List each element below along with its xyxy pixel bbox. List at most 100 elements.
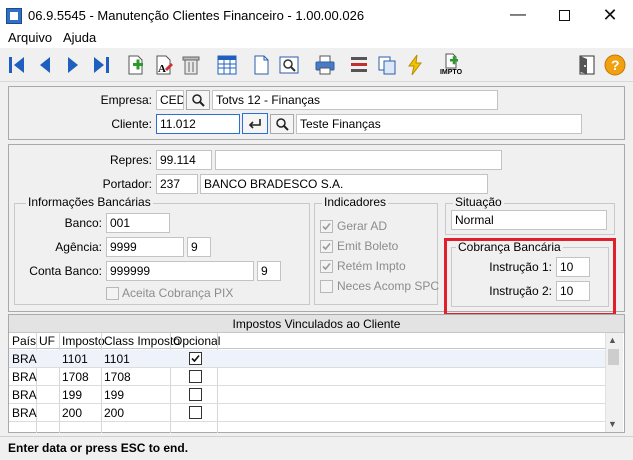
minimize-button[interactable]: — — [495, 0, 541, 30]
indicador-label: Neces Acomp SPC — [337, 279, 440, 293]
indicador-checkbox[interactable] — [320, 280, 333, 293]
empresa-code-field[interactable]: CED — [156, 90, 184, 110]
opcional-checkbox[interactable] — [189, 406, 202, 419]
cell-class: 1101 — [104, 352, 130, 366]
app-icon — [6, 8, 22, 24]
cell-class: 200 — [104, 406, 125, 420]
col-uf[interactable]: UF — [39, 334, 55, 348]
empresa-name-field[interactable]: Totvs 12 - Finanças — [212, 90, 498, 110]
agencia-dv-field[interactable]: 9 — [187, 237, 211, 257]
cell-pais: BRA — [12, 352, 37, 366]
menu-arquivo[interactable]: Arquivo — [8, 30, 52, 45]
portador-name-field[interactable]: BANCO BRADESCO S.A. — [200, 174, 488, 194]
next-record-icon[interactable] — [60, 52, 86, 78]
portador-label: Portador: — [102, 177, 152, 191]
indicador-checkbox[interactable] — [320, 220, 333, 233]
opcional-checkbox[interactable] — [189, 388, 202, 401]
indicador-label: Retém Impto — [337, 259, 406, 273]
search-icon — [192, 94, 205, 107]
indicador-checkbox[interactable] — [320, 260, 333, 273]
agencia-field[interactable]: 9999 — [106, 237, 184, 257]
table-row[interactable] — [9, 386, 605, 404]
cell-class: 199 — [104, 388, 125, 402]
print-icon[interactable] — [312, 52, 338, 78]
last-record-icon[interactable] — [88, 52, 114, 78]
document-icon[interactable] — [248, 52, 274, 78]
pix-checkbox[interactable] — [106, 287, 119, 300]
cliente-enter-button[interactable] — [242, 113, 268, 134]
opcional-checkbox[interactable] — [189, 370, 202, 383]
search-icon — [276, 118, 289, 131]
scroll-up-icon[interactable]: ▲ — [608, 335, 617, 345]
svg-text:A: A — [158, 63, 166, 75]
empresa-search-button[interactable] — [186, 90, 210, 110]
copy-icon[interactable] — [374, 52, 400, 78]
grid-icon[interactable] — [214, 52, 240, 78]
highlight-box — [444, 238, 616, 316]
table-row[interactable] — [9, 368, 605, 386]
impostos-title: Impostos Vinculados ao Cliente — [9, 315, 624, 333]
repres-code-field[interactable]: 99.114 — [156, 150, 212, 170]
check-icon — [322, 242, 331, 251]
portador-code-field[interactable]: 237 — [156, 174, 198, 194]
conta-label: Conta Banco: — [29, 264, 102, 278]
cliente-label: Cliente: — [111, 117, 152, 131]
col-imposto[interactable]: Imposto — [62, 334, 105, 348]
menu-ajuda[interactable]: Ajuda — [63, 30, 96, 45]
cliente-search-button[interactable] — [270, 114, 294, 134]
table-row[interactable] — [9, 404, 605, 422]
grid-scrollbar[interactable] — [605, 333, 623, 432]
col-pais[interactable]: País — [12, 334, 36, 348]
conta-field[interactable]: 999999 — [106, 261, 254, 281]
conta-dv-field[interactable]: 9 — [257, 261, 281, 281]
cell-class: 1708 — [104, 370, 131, 384]
exit-icon[interactable] — [574, 52, 600, 78]
cell-pais: BRA — [12, 388, 37, 402]
lightning-icon[interactable] — [402, 52, 428, 78]
col-opcional[interactable]: Opcional — [173, 334, 220, 348]
col-class-imposto[interactable]: Class Imposto — [104, 334, 180, 348]
first-record-icon[interactable] — [4, 52, 30, 78]
check-icon — [322, 222, 331, 231]
impto-label: IMPTO — [439, 69, 463, 76]
status-text: Enter data or press ESC to end. — [8, 441, 189, 455]
indicadores-title: Indicadores — [322, 195, 389, 209]
banco-label: Banco: — [64, 216, 102, 230]
cliente-name-field[interactable]: Teste Finanças — [296, 114, 582, 134]
situacao-field[interactable]: Normal — [451, 210, 607, 230]
opcional-checkbox[interactable] — [189, 352, 202, 365]
cell-pais: BRA — [12, 406, 37, 420]
pix-label: Aceita Cobrança PIX — [122, 286, 234, 300]
indicador-label: Gerar AD — [337, 219, 388, 233]
cell-pais: BRA — [12, 370, 37, 384]
cliente-code-field[interactable]: 11.012 — [156, 114, 240, 134]
help-icon[interactable]: ? — [602, 52, 628, 78]
list-settings-icon[interactable] — [346, 52, 372, 78]
repres-label: Repres: — [109, 153, 152, 167]
indicador-checkbox[interactable] — [320, 240, 333, 253]
empresa-label: Empresa: — [100, 93, 152, 107]
add-icon[interactable] — [122, 52, 148, 78]
cell-imposto: 1708 — [62, 370, 89, 384]
repres-name-field[interactable] — [215, 150, 502, 170]
delete-icon[interactable] — [178, 52, 204, 78]
preview-icon[interactable] — [276, 52, 302, 78]
edit-icon[interactable]: A — [150, 52, 176, 78]
info-bancarias-title: Informações Bancárias — [26, 195, 153, 209]
table-row[interactable] — [9, 350, 605, 368]
scroll-thumb[interactable] — [608, 349, 619, 365]
indicador-label: Emit Boleto — [337, 239, 399, 253]
scroll-down-icon[interactable]: ▼ — [608, 419, 617, 429]
close-button[interactable]: ✕ — [587, 0, 633, 30]
impto-button[interactable]: IMPTO — [436, 52, 466, 78]
check-icon — [322, 262, 331, 271]
maximize-button[interactable] — [541, 0, 587, 30]
cell-imposto: 200 — [62, 406, 83, 420]
svg-text:?: ? — [611, 57, 620, 73]
cell-imposto: 199 — [62, 388, 83, 402]
check-icon — [191, 354, 200, 363]
previous-record-icon[interactable] — [32, 52, 58, 78]
banco-field[interactable]: 001 — [106, 213, 170, 233]
cell-imposto: 1101 — [62, 352, 88, 366]
impto-icon — [445, 53, 458, 69]
